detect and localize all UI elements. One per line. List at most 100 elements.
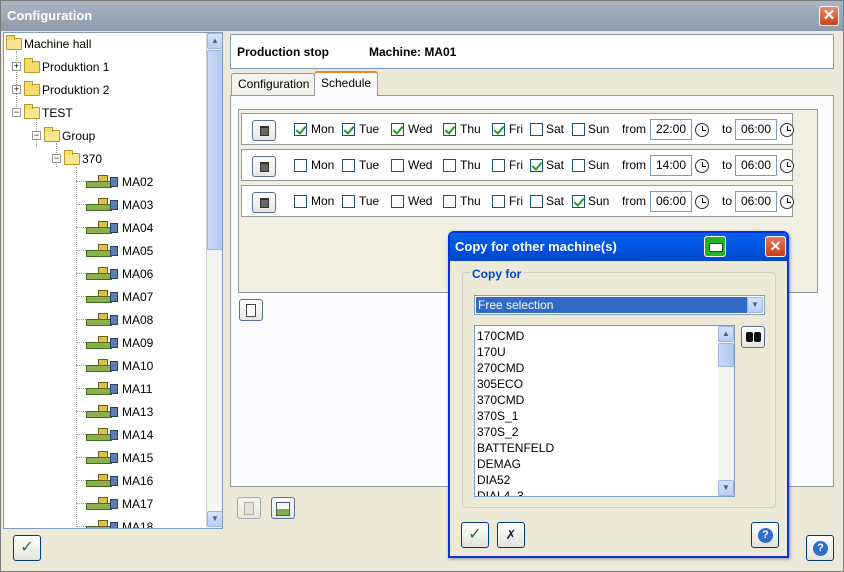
collapse-icon[interactable]: −: [52, 154, 61, 164]
delete-row-button[interactable]: [252, 156, 276, 177]
copy-for-machines-button[interactable]: [271, 497, 295, 519]
scroll-thumb[interactable]: [718, 343, 734, 367]
clock-icon[interactable]: [780, 123, 794, 137]
expand-icon[interactable]: +: [12, 85, 21, 95]
tree-machine-item[interactable]: MA05: [86, 240, 153, 260]
tree-machine-item[interactable]: MA17: [86, 493, 153, 513]
scroll-down-icon[interactable]: ▼: [207, 511, 222, 527]
day-checkbox[interactable]: [294, 123, 307, 136]
collapse-icon[interactable]: −: [32, 131, 41, 141]
day-checkbox[interactable]: [572, 195, 585, 208]
collapse-icon[interactable]: −: [12, 108, 21, 118]
day-checkbox[interactable]: [391, 159, 404, 172]
machine-list[interactable]: 170CMD 170U 270CMD 305ECO 370CMD 370S_1 370S_2…: [474, 325, 735, 497]
tree-machine-item[interactable]: MA18: [86, 516, 153, 528]
day-checkbox[interactable]: [492, 123, 505, 136]
day-checkbox[interactable]: [391, 123, 404, 136]
delete-row-button[interactable]: [252, 120, 276, 141]
list-item[interactable]: 370S_2: [477, 424, 518, 440]
tree-item-370[interactable]: − 370: [52, 148, 102, 168]
clock-icon[interactable]: [780, 195, 794, 209]
list-item[interactable]: 370S_1: [477, 408, 518, 424]
tree-machine-item[interactable]: MA16: [86, 470, 153, 490]
scroll-down-icon[interactable]: ▼: [718, 480, 734, 496]
list-scrollbar[interactable]: ▲ ▼: [718, 326, 734, 496]
day-checkbox[interactable]: [294, 195, 307, 208]
tree-machine-item[interactable]: MA11: [86, 378, 152, 398]
tree-machine-item[interactable]: MA14: [86, 424, 153, 444]
tree-machine-item[interactable]: MA07: [86, 286, 153, 306]
dialog-close-button[interactable]: ✕: [765, 236, 786, 257]
scroll-thumb[interactable]: [207, 50, 222, 250]
list-item[interactable]: 305ECO: [477, 376, 523, 392]
day-checkbox[interactable]: [391, 195, 404, 208]
day-checkbox[interactable]: [530, 195, 543, 208]
list-item[interactable]: DIAL4_3: [477, 488, 524, 496]
machine-tree[interactable]: Machine hall + Produktion 1 + Produktion 2…: [3, 32, 223, 529]
clock-icon[interactable]: [695, 195, 709, 209]
tree-root[interactable]: Machine hall: [6, 33, 91, 53]
scroll-up-icon[interactable]: ▲: [718, 326, 734, 342]
list-item[interactable]: DIA52: [477, 472, 510, 488]
tree-machine-item[interactable]: MA03: [86, 194, 153, 214]
expand-icon[interactable]: +: [12, 62, 21, 72]
tree-machine-item[interactable]: MA02: [86, 171, 153, 191]
list-item[interactable]: 170CMD: [477, 328, 524, 344]
tree-machine-item[interactable]: MA08: [86, 309, 153, 329]
day-checkbox[interactable]: [492, 195, 505, 208]
tree-item-produktion-1[interactable]: + Produktion 1: [12, 56, 109, 76]
dialog-cancel-button[interactable]: ✗: [497, 522, 525, 548]
day-checkbox[interactable]: [572, 123, 585, 136]
day-checkbox[interactable]: [572, 159, 585, 172]
list-item[interactable]: 170U: [477, 344, 506, 360]
tree-item-group[interactable]: − Group: [32, 125, 95, 145]
to-time-input[interactable]: 06:00: [735, 191, 777, 212]
tree-machine-item[interactable]: MA13: [86, 401, 153, 421]
dialog-help-button[interactable]: ?: [751, 522, 779, 548]
day-checkbox[interactable]: [443, 195, 456, 208]
dialog-ok-button[interactable]: ✓: [461, 522, 489, 548]
add-schedule-button[interactable]: [239, 299, 263, 321]
day-checkbox[interactable]: [530, 159, 543, 172]
paste-button[interactable]: [237, 497, 261, 519]
list-item[interactable]: 370CMD: [477, 392, 524, 408]
day-checkbox[interactable]: [530, 123, 543, 136]
tree-machine-item[interactable]: MA09: [86, 332, 153, 352]
print-icon[interactable]: [704, 236, 726, 257]
day-checkbox[interactable]: [342, 195, 355, 208]
tree-machine-item[interactable]: MA06: [86, 263, 153, 283]
tree-scrollbar[interactable]: ▲ ▼: [206, 33, 222, 528]
tab-schedule[interactable]: Schedule: [314, 71, 378, 96]
to-time-input[interactable]: 06:00: [735, 119, 777, 140]
tree-item-produktion-2[interactable]: + Produktion 2: [12, 79, 109, 99]
from-time-input[interactable]: 14:00: [650, 155, 692, 176]
tree-item-test[interactable]: − TEST: [12, 102, 73, 122]
day-checkbox[interactable]: [294, 159, 307, 172]
tree-machine-item[interactable]: MA10: [86, 355, 153, 375]
list-item[interactable]: BATTENFELD: [477, 440, 554, 456]
help-button[interactable]: ?: [806, 535, 834, 561]
scroll-up-icon[interactable]: ▲: [207, 33, 222, 49]
chevron-down-icon[interactable]: ▼: [747, 297, 763, 313]
from-time-input[interactable]: 22:00: [650, 119, 692, 140]
selection-dropdown[interactable]: Free selection ▼: [474, 295, 765, 315]
day-checkbox[interactable]: [492, 159, 505, 172]
day-checkbox[interactable]: [342, 159, 355, 172]
day-checkbox[interactable]: [443, 123, 456, 136]
delete-row-button[interactable]: [252, 192, 276, 213]
ok-button[interactable]: ✓: [13, 535, 41, 561]
clock-icon[interactable]: [780, 159, 794, 173]
tree-machine-item[interactable]: MA15: [86, 447, 153, 467]
clock-icon[interactable]: [695, 159, 709, 173]
list-item[interactable]: DEMAG: [477, 456, 521, 472]
day-checkbox[interactable]: [443, 159, 456, 172]
clock-icon[interactable]: [695, 123, 709, 137]
search-binoculars-button[interactable]: [741, 326, 765, 348]
tree-machine-item[interactable]: MA04: [86, 217, 153, 237]
window-close-button[interactable]: ✕: [819, 6, 839, 26]
tab-configuration[interactable]: Configuration: [231, 73, 315, 95]
to-time-input[interactable]: 06:00: [735, 155, 777, 176]
day-checkbox[interactable]: [342, 123, 355, 136]
from-time-input[interactable]: 06:00: [650, 191, 692, 212]
list-item[interactable]: 270CMD: [477, 360, 524, 376]
